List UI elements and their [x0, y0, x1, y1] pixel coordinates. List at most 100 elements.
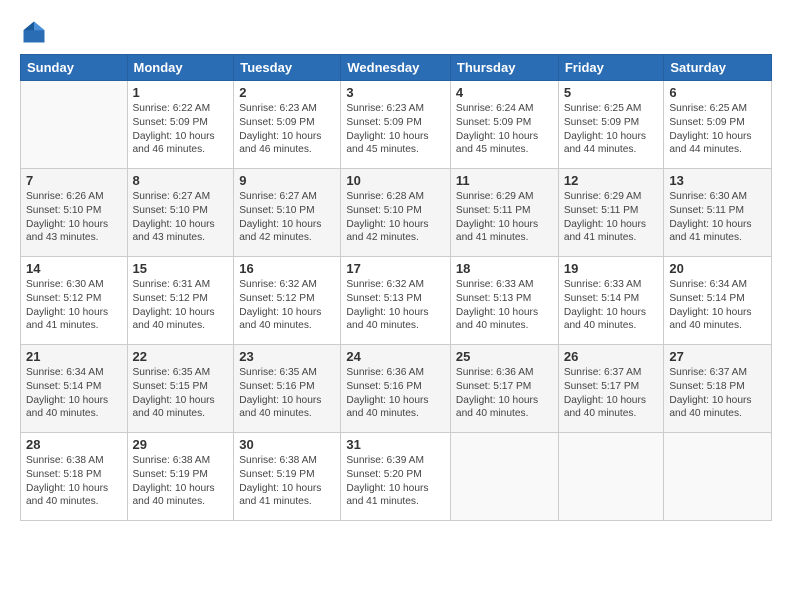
day-info: Sunrise: 6:34 AM Sunset: 5:14 PM Dayligh… [669, 278, 766, 333]
day-number: 28 [26, 437, 122, 452]
day-number: 9 [239, 173, 335, 188]
day-number: 2 [239, 85, 335, 100]
page: SundayMondayTuesdayWednesdayThursdayFrid… [0, 0, 792, 612]
day-number: 19 [564, 261, 659, 276]
day-info: Sunrise: 6:35 AM Sunset: 5:15 PM Dayligh… [133, 366, 229, 421]
calendar-cell: 29 Sunrise: 6:38 AM Sunset: 5:19 PM Dayli… [127, 433, 234, 521]
day-info: Sunrise: 6:39 AM Sunset: 5:20 PM Dayligh… [346, 454, 445, 509]
day-info: Sunrise: 6:23 AM Sunset: 5:09 PM Dayligh… [346, 102, 445, 157]
day-number: 26 [564, 349, 659, 364]
calendar-cell: 30 Sunrise: 6:38 AM Sunset: 5:19 PM Dayli… [234, 433, 341, 521]
day-info: Sunrise: 6:32 AM Sunset: 5:13 PM Dayligh… [346, 278, 445, 333]
day-info: Sunrise: 6:27 AM Sunset: 5:10 PM Dayligh… [133, 190, 229, 245]
day-info: Sunrise: 6:37 AM Sunset: 5:17 PM Dayligh… [564, 366, 659, 421]
calendar-cell: 12Sunrise: 6:29 AM Sunset: 5:11 PM Dayli… [558, 169, 664, 257]
header [20, 18, 772, 46]
day-number: 10 [346, 173, 445, 188]
day-info: Sunrise: 6:38 AM Sunset: 5:19 PM Dayligh… [133, 454, 229, 509]
day-info: Sunrise: 6:25 AM Sunset: 5:09 PM Dayligh… [669, 102, 766, 157]
day-number: 29 [133, 437, 229, 452]
day-info: Sunrise: 6:23 AM Sunset: 5:09 PM Dayligh… [239, 102, 335, 157]
calendar-cell: 11 Sunrise: 6:29 AM Sunset: 5:11 PM Dayli… [450, 169, 558, 257]
calendar-cell: 22 Sunrise: 6:35 AM Sunset: 5:15 PM Dayli… [127, 345, 234, 433]
day-number: 22 [133, 349, 229, 364]
day-number: 4 [456, 85, 553, 100]
day-info: Sunrise: 6:35 AM Sunset: 5:16 PM Dayligh… [239, 366, 335, 421]
week-row-4: 21 Sunrise: 6:34 AM Sunset: 5:14 PM Dayli… [21, 345, 772, 433]
day-number: 18 [456, 261, 553, 276]
calendar-cell: 24 Sunrise: 6:36 AM Sunset: 5:16 PM Dayli… [341, 345, 451, 433]
day-number: 17 [346, 261, 445, 276]
day-info: Sunrise: 6:38 AM Sunset: 5:19 PM Dayligh… [239, 454, 335, 509]
day-info: Sunrise: 6:29 AM Sunset: 5:11 PM Dayligh… [456, 190, 553, 245]
calendar-cell: 19 Sunrise: 6:33 AM Sunset: 5:14 PM Dayli… [558, 257, 664, 345]
day-info: Sunrise: 6:38 AM Sunset: 5:18 PM Dayligh… [26, 454, 122, 509]
day-info: Sunrise: 6:24 AM Sunset: 5:09 PM Dayligh… [456, 102, 553, 157]
logo [20, 18, 52, 46]
day-info: Sunrise: 6:37 AM Sunset: 5:18 PM Dayligh… [669, 366, 766, 421]
day-info: Sunrise: 6:30 AM Sunset: 5:11 PM Dayligh… [669, 190, 766, 245]
calendar-cell: 9 Sunrise: 6:27 AM Sunset: 5:10 PM Daylig… [234, 169, 341, 257]
calendar-cell: 3 Sunrise: 6:23 AM Sunset: 5:09 PM Daylig… [341, 81, 451, 169]
calendar-cell: 1 Sunrise: 6:22 AM Sunset: 5:09 PM Daylig… [127, 81, 234, 169]
calendar-cell: 16Sunrise: 6:32 AM Sunset: 5:12 PM Dayli… [234, 257, 341, 345]
day-number: 7 [26, 173, 122, 188]
calendar-cell: 2 Sunrise: 6:23 AM Sunset: 5:09 PM Daylig… [234, 81, 341, 169]
day-info: Sunrise: 6:34 AM Sunset: 5:14 PM Dayligh… [26, 366, 122, 421]
day-number: 31 [346, 437, 445, 452]
logo-icon [20, 18, 48, 46]
calendar-cell: 27 Sunrise: 6:37 AM Sunset: 5:18 PM Dayli… [664, 345, 772, 433]
day-number: 30 [239, 437, 335, 452]
calendar-cell: 5Sunrise: 6:25 AM Sunset: 5:09 PM Daylig… [558, 81, 664, 169]
weekday-header-thursday: Thursday [450, 55, 558, 81]
calendar-cell: 13 Sunrise: 6:30 AM Sunset: 5:11 PM Dayli… [664, 169, 772, 257]
day-info: Sunrise: 6:28 AM Sunset: 5:10 PM Dayligh… [346, 190, 445, 245]
day-info: Sunrise: 6:27 AM Sunset: 5:10 PM Dayligh… [239, 190, 335, 245]
weekday-header-wednesday: Wednesday [341, 55, 451, 81]
week-row-1: 1 Sunrise: 6:22 AM Sunset: 5:09 PM Daylig… [21, 81, 772, 169]
calendar-cell: 26 Sunrise: 6:37 AM Sunset: 5:17 PM Dayli… [558, 345, 664, 433]
day-number: 20 [669, 261, 766, 276]
weekday-header-friday: Friday [558, 55, 664, 81]
day-info: Sunrise: 6:30 AM Sunset: 5:12 PM Dayligh… [26, 278, 122, 333]
day-number: 1 [133, 85, 229, 100]
day-info: Sunrise: 6:36 AM Sunset: 5:16 PM Dayligh… [346, 366, 445, 421]
day-number: 16 [239, 261, 335, 276]
calendar-cell: 4 Sunrise: 6:24 AM Sunset: 5:09 PM Daylig… [450, 81, 558, 169]
day-number: 3 [346, 85, 445, 100]
day-number: 6 [669, 85, 766, 100]
day-info: Sunrise: 6:36 AM Sunset: 5:17 PM Dayligh… [456, 366, 553, 421]
day-number: 25 [456, 349, 553, 364]
day-number: 11 [456, 173, 553, 188]
day-number: 15 [133, 261, 229, 276]
calendar-cell: 25 Sunrise: 6:36 AM Sunset: 5:17 PM Dayli… [450, 345, 558, 433]
day-number: 21 [26, 349, 122, 364]
weekday-header-saturday: Saturday [664, 55, 772, 81]
week-row-2: 7 Sunrise: 6:26 AM Sunset: 5:10 PM Daylig… [21, 169, 772, 257]
calendar-cell: 21 Sunrise: 6:34 AM Sunset: 5:14 PM Dayli… [21, 345, 128, 433]
calendar-cell: 17 Sunrise: 6:32 AM Sunset: 5:13 PM Dayli… [341, 257, 451, 345]
week-row-3: 14Sunrise: 6:30 AM Sunset: 5:12 PM Dayli… [21, 257, 772, 345]
calendar-cell: 28 Sunrise: 6:38 AM Sunset: 5:18 PM Dayli… [21, 433, 128, 521]
day-number: 23 [239, 349, 335, 364]
day-number: 27 [669, 349, 766, 364]
day-info: Sunrise: 6:29 AM Sunset: 5:11 PM Dayligh… [564, 190, 659, 245]
calendar-cell: 18 Sunrise: 6:33 AM Sunset: 5:13 PM Dayli… [450, 257, 558, 345]
day-number: 8 [133, 173, 229, 188]
calendar-cell: 10 Sunrise: 6:28 AM Sunset: 5:10 PM Dayli… [341, 169, 451, 257]
day-info: Sunrise: 6:33 AM Sunset: 5:13 PM Dayligh… [456, 278, 553, 333]
calendar-cell: 23 Sunrise: 6:35 AM Sunset: 5:16 PM Dayli… [234, 345, 341, 433]
day-info: Sunrise: 6:22 AM Sunset: 5:09 PM Dayligh… [133, 102, 229, 157]
calendar-cell: 31 Sunrise: 6:39 AM Sunset: 5:20 PM Dayli… [341, 433, 451, 521]
day-number: 13 [669, 173, 766, 188]
calendar-table: SundayMondayTuesdayWednesdayThursdayFrid… [20, 54, 772, 521]
weekday-header-row: SundayMondayTuesdayWednesdayThursdayFrid… [21, 55, 772, 81]
day-info: Sunrise: 6:26 AM Sunset: 5:10 PM Dayligh… [26, 190, 122, 245]
weekday-header-monday: Monday [127, 55, 234, 81]
day-number: 24 [346, 349, 445, 364]
day-info: Sunrise: 6:33 AM Sunset: 5:14 PM Dayligh… [564, 278, 659, 333]
calendar-cell [558, 433, 664, 521]
calendar-cell: 8 Sunrise: 6:27 AM Sunset: 5:10 PM Daylig… [127, 169, 234, 257]
calendar-cell: 14Sunrise: 6:30 AM Sunset: 5:12 PM Dayli… [21, 257, 128, 345]
week-row-5: 28 Sunrise: 6:38 AM Sunset: 5:18 PM Dayli… [21, 433, 772, 521]
